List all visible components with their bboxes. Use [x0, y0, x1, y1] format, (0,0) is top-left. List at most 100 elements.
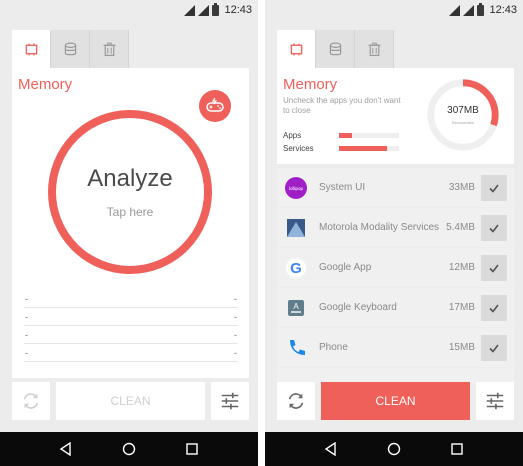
- gamepad-icon: [206, 97, 224, 112]
- app-checkbox[interactable]: [481, 294, 507, 321]
- list-item[interactable]: A Google Keyboard 17MB: [277, 288, 514, 327]
- home-icon[interactable]: [387, 442, 401, 456]
- usage-label: Apps: [283, 130, 302, 140]
- usage-bar: [339, 145, 399, 151]
- navigation-bar: [265, 432, 523, 466]
- app-name: Google App: [319, 262, 372, 273]
- stat-row: --: [24, 308, 238, 326]
- status-bar: 12:43: [265, 0, 523, 20]
- sliders-icon: [221, 392, 239, 410]
- game-booster-button[interactable]: [199, 90, 231, 122]
- chip-icon: [25, 43, 37, 55]
- svg-text:G: G: [290, 260, 302, 277]
- app-name: Google Keyboard: [319, 302, 397, 313]
- motorola-icon: [285, 217, 307, 239]
- app-size: 33MB: [448, 182, 475, 193]
- list-item[interactable]: G Google App 12MB: [277, 248, 514, 287]
- app-checkbox[interactable]: [481, 334, 507, 361]
- check-icon: [489, 264, 499, 273]
- stat-row: --: [24, 290, 238, 308]
- stat-row: --: [24, 326, 238, 344]
- trash-icon: [103, 42, 115, 56]
- app-size: 17MB: [448, 302, 475, 313]
- recents-icon[interactable]: [185, 442, 199, 456]
- card-title: Memory: [283, 76, 338, 93]
- recoverable-label: Recoverable: [451, 120, 475, 125]
- clean-button[interactable]: CLEAN: [321, 382, 470, 420]
- app-checkbox[interactable]: [481, 174, 507, 201]
- tab-storage[interactable]: [316, 30, 355, 68]
- usage-label: Services: [283, 143, 314, 153]
- analyze-button[interactable]: Analyze Tap here: [48, 110, 212, 274]
- usage-bar-fill: [339, 145, 387, 151]
- list-item[interactable]: Motorola Modality Services 5.4MB: [277, 208, 514, 247]
- app-checkbox[interactable]: [481, 254, 507, 281]
- tap-hint: Tap here: [106, 205, 154, 219]
- battery-icon: [477, 2, 485, 16]
- cell-signal-icon: [198, 4, 210, 16]
- list-item[interactable]: Phone 15MB: [277, 328, 514, 367]
- database-icon: [329, 42, 341, 55]
- app-name: Motorola Modality Services: [319, 222, 440, 233]
- tab-memory[interactable]: [277, 30, 316, 68]
- check-icon: [489, 304, 499, 313]
- check-icon: [489, 344, 499, 353]
- stat-label: -: [25, 311, 28, 322]
- back-icon[interactable]: [59, 442, 73, 456]
- usage-row-services: Services: [283, 143, 413, 153]
- app-list: lollipop System UI 33MB Motorola Modalit…: [277, 168, 514, 385]
- stat-value: -: [234, 347, 237, 358]
- usage-bar-fill: [339, 132, 353, 138]
- tab-memory[interactable]: [12, 30, 51, 68]
- stat-value: -: [234, 293, 237, 304]
- wifi-signal-icon: [184, 4, 196, 16]
- status-time: 12:43: [489, 4, 517, 16]
- status-bar: 12:43: [0, 0, 258, 20]
- back-icon[interactable]: [324, 442, 338, 456]
- status-time: 12:43: [224, 4, 252, 16]
- action-bar: CLEAN: [12, 382, 249, 420]
- tab-storage[interactable]: [51, 30, 90, 68]
- memory-stats-list: -- -- -- --: [24, 290, 238, 362]
- clean-button[interactable]: CLEAN: [56, 382, 205, 420]
- app-size: 12MB: [448, 262, 475, 273]
- refresh-button[interactable]: [277, 382, 315, 420]
- recents-icon[interactable]: [450, 442, 464, 456]
- app-checkbox[interactable]: [481, 214, 507, 241]
- memory-summary-card: Memory Uncheck the apps you don't want t…: [277, 68, 514, 164]
- check-icon: [489, 224, 499, 233]
- tab-bar: [277, 30, 394, 68]
- list-item[interactable]: lollipop System UI 33MB: [277, 168, 514, 207]
- home-icon[interactable]: [122, 442, 136, 456]
- app-size: 5.4MB: [446, 222, 475, 233]
- check-icon: [489, 184, 499, 193]
- settings-button[interactable]: [211, 382, 249, 420]
- settings-button[interactable]: [476, 382, 514, 420]
- card-subtitle: Uncheck the apps you don't want to close: [283, 96, 401, 115]
- chip-icon: [290, 43, 302, 55]
- tab-junk[interactable]: [355, 30, 394, 68]
- svg-text:A: A: [293, 302, 299, 311]
- sliders-icon: [486, 392, 504, 410]
- database-icon: [64, 42, 76, 55]
- tab-junk[interactable]: [90, 30, 129, 68]
- phone-screen-right: 12:43 Memory Uncheck the apps you don't …: [265, 0, 523, 466]
- refresh-icon: [23, 393, 39, 409]
- card-title: Memory: [18, 76, 73, 93]
- analyze-label: Analyze: [87, 165, 173, 192]
- memory-card: Memory Analyze Tap here -- -- -- --: [12, 68, 249, 378]
- google-icon: G: [285, 257, 307, 279]
- app-name: Phone: [319, 342, 348, 353]
- refresh-button[interactable]: [12, 382, 50, 420]
- tab-bar: [12, 30, 129, 68]
- stat-label: -: [25, 293, 28, 304]
- usage-bar: [339, 132, 399, 138]
- stat-label: -: [25, 329, 28, 340]
- wifi-signal-icon: [449, 4, 461, 16]
- trash-icon: [368, 42, 380, 56]
- screenshot-root: 12:43 Memory Analyze Tap here - - - - - …: [0, 0, 523, 466]
- keyboard-icon: A: [285, 297, 307, 319]
- usage-row-apps: Apps: [283, 130, 413, 140]
- refresh-icon: [288, 393, 304, 409]
- recoverable-value: 307MB: [447, 105, 479, 116]
